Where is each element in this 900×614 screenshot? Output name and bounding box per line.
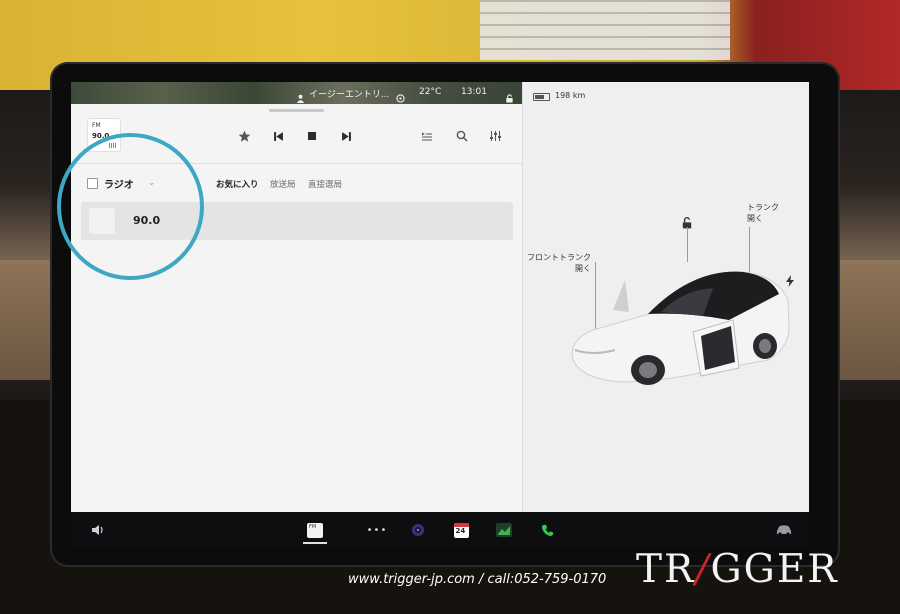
- trunk-open-button[interactable]: トランク 開く: [747, 202, 779, 224]
- lock-icon[interactable]: [505, 88, 514, 103]
- active-app-indicator: [303, 542, 327, 544]
- calendar-icon[interactable]: 24: [452, 521, 470, 539]
- touchscreen: イージーエントリ... 22°C 13:01 FM 90.0 ラジオ ⌄ お気に…: [71, 82, 809, 512]
- taskbar: FM ••• 24: [71, 512, 809, 548]
- phone-icon[interactable]: [538, 521, 556, 539]
- vehicle-pane: 198 km トランク 開く フロントトランク 開く: [522, 82, 809, 512]
- energy-app-icon[interactable]: [495, 521, 513, 539]
- queue-icon[interactable]: [417, 127, 437, 145]
- highlight-circle: [57, 133, 204, 280]
- volume-icon[interactable]: [89, 521, 107, 539]
- trunk-open-label: 開く: [747, 214, 763, 223]
- map-strip[interactable]: イージーエントリ... 22°C 13:01: [71, 82, 522, 104]
- skip-previous-icon[interactable]: [268, 127, 288, 145]
- band-label: FM: [92, 122, 101, 129]
- skip-next-icon[interactable]: [336, 127, 356, 145]
- car-icon[interactable]: [774, 521, 794, 539]
- person-icon: [296, 88, 305, 103]
- background-shelf: [480, 0, 730, 60]
- star-icon[interactable]: [234, 127, 254, 145]
- tab-favorites[interactable]: お気に入り: [216, 178, 259, 190]
- camera-icon[interactable]: [409, 521, 427, 539]
- clock: 13:01: [461, 87, 487, 97]
- sentry-icon: [396, 88, 405, 103]
- search-icon[interactable]: [452, 127, 472, 145]
- media-app-label: FM: [309, 523, 317, 530]
- tab-direct-tune[interactable]: 直接選局: [308, 178, 342, 190]
- driver-profile[interactable]: イージーエントリ...: [309, 87, 389, 100]
- trigger-logo: TR/GGER: [636, 547, 839, 592]
- logo-text-right: GGER: [710, 547, 839, 592]
- battery-icon: [533, 93, 550, 101]
- media-app-icon[interactable]: FM: [306, 521, 324, 539]
- range-readout: 198 km: [555, 91, 586, 100]
- trunk-label: トランク: [747, 203, 779, 212]
- dashboard-trim-right: [840, 260, 900, 380]
- vehicle-model-image[interactable]: [553, 250, 793, 390]
- equalizer-icon[interactable]: [485, 127, 505, 145]
- tab-stations[interactable]: 放送局: [270, 178, 296, 190]
- logo-text-left: TR: [636, 547, 696, 592]
- more-apps-icon[interactable]: •••: [367, 521, 387, 539]
- logo-slash: /: [695, 547, 711, 592]
- stop-icon[interactable]: [302, 127, 322, 145]
- footer-contact: www.trigger-jp.com / call:052-759-0170: [348, 572, 607, 587]
- drag-handle[interactable]: [269, 109, 324, 112]
- temperature: 22°C: [419, 87, 442, 97]
- calendar-day: 24: [455, 526, 466, 535]
